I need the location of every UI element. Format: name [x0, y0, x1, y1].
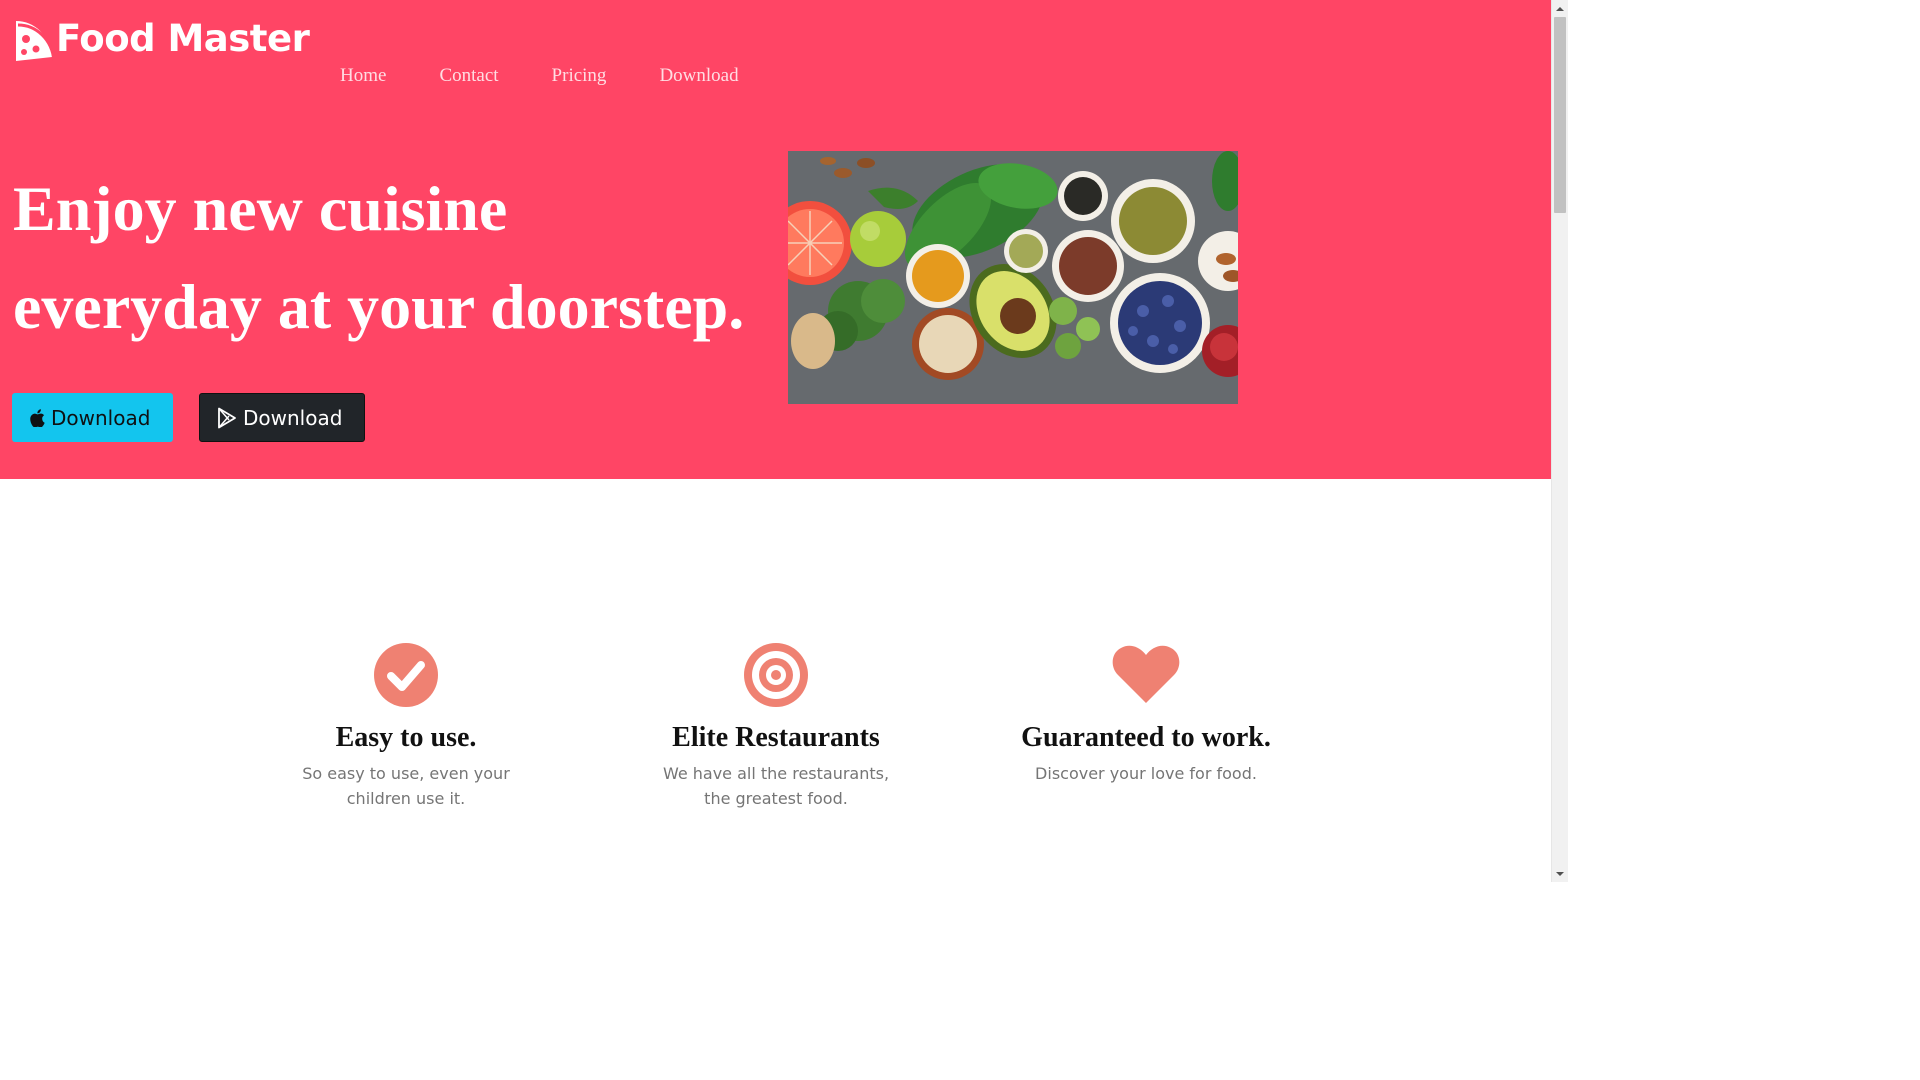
feature-title: Easy to use. [335, 722, 477, 753]
feature-text: So easy to use, even your children use i… [302, 764, 510, 808]
feature-title: Elite Restaurants [672, 722, 880, 753]
bullseye-icon [744, 643, 808, 707]
brand-logo[interactable]: Food Master [12, 16, 310, 62]
hero-food-image [788, 151, 1238, 404]
app-store-button-label: Download [51, 405, 151, 430]
feature-guaranteed: Guaranteed to work. Discover your love f… [996, 643, 1296, 786]
nav-download-link[interactable]: Download [659, 64, 738, 88]
brand-name: Food Master [56, 17, 310, 60]
feature-text: Discover your love for food. [1035, 764, 1257, 783]
google-play-button-label: Download [243, 405, 343, 430]
headline-line-1: Enjoy new cuisine [13, 173, 508, 244]
check-circle-icon [374, 643, 438, 707]
feature-title: Guaranteed to work. [1021, 722, 1271, 753]
pizza-slice-icon [16, 21, 54, 61]
heart-icon [1112, 645, 1180, 703]
app-store-download-button[interactable]: Download [12, 393, 173, 442]
main-nav: Home Contact Pricing Download [340, 64, 792, 88]
feature-elite-restaurants: Elite Restaurants We have all the restau… [626, 643, 926, 811]
google-play-download-button[interactable]: Download [199, 393, 365, 442]
google-play-icon [218, 407, 236, 428]
apple-icon [30, 408, 45, 427]
feature-easy-to-use: Easy to use. So easy to use, even your c… [256, 643, 556, 811]
scroll-up-arrow-icon[interactable] [1552, 0, 1568, 17]
feature-text: We have all the restaurants, the greates… [662, 764, 890, 808]
headline-line-2: everyday at your doorstep. [13, 271, 745, 342]
page-scrollbar[interactable] [1551, 0, 1568, 882]
hero-headline: Enjoy new cuisine everyday at your doors… [13, 160, 783, 356]
hero-section: Food Master Home Contact Pricing Downloa… [0, 0, 1551, 479]
scrollbar-thumb[interactable] [1554, 17, 1566, 213]
nav-home-link[interactable]: Home [340, 64, 386, 88]
scroll-down-arrow-icon[interactable] [1552, 865, 1568, 882]
nav-contact-link[interactable]: Contact [439, 64, 498, 88]
nav-pricing-link[interactable]: Pricing [552, 64, 607, 88]
